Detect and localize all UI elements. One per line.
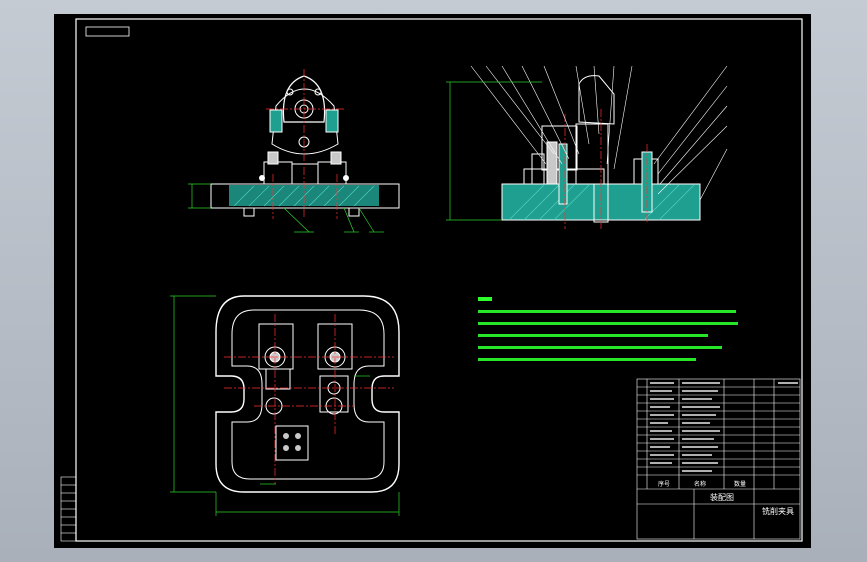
cad-viewport[interactable]: 序号 名称 数量 装配图 铣削夹具 bbox=[54, 14, 811, 548]
header-cell-name: 名称 bbox=[694, 480, 706, 488]
technical-notes bbox=[478, 297, 738, 361]
drawing-sheet: 序号 名称 数量 装配图 铣削夹具 bbox=[60, 18, 803, 542]
drawing-number-box bbox=[85, 26, 130, 37]
drawing-name: 装配图 bbox=[710, 492, 734, 502]
front-view bbox=[188, 69, 400, 233]
header-cell-qty: 数量 bbox=[734, 480, 746, 488]
header-cell-index: 序号 bbox=[658, 480, 670, 488]
part-name: 铣削夹具 bbox=[762, 506, 794, 516]
side-view bbox=[446, 65, 728, 229]
top-view bbox=[170, 295, 400, 516]
binding-strip bbox=[60, 476, 77, 542]
